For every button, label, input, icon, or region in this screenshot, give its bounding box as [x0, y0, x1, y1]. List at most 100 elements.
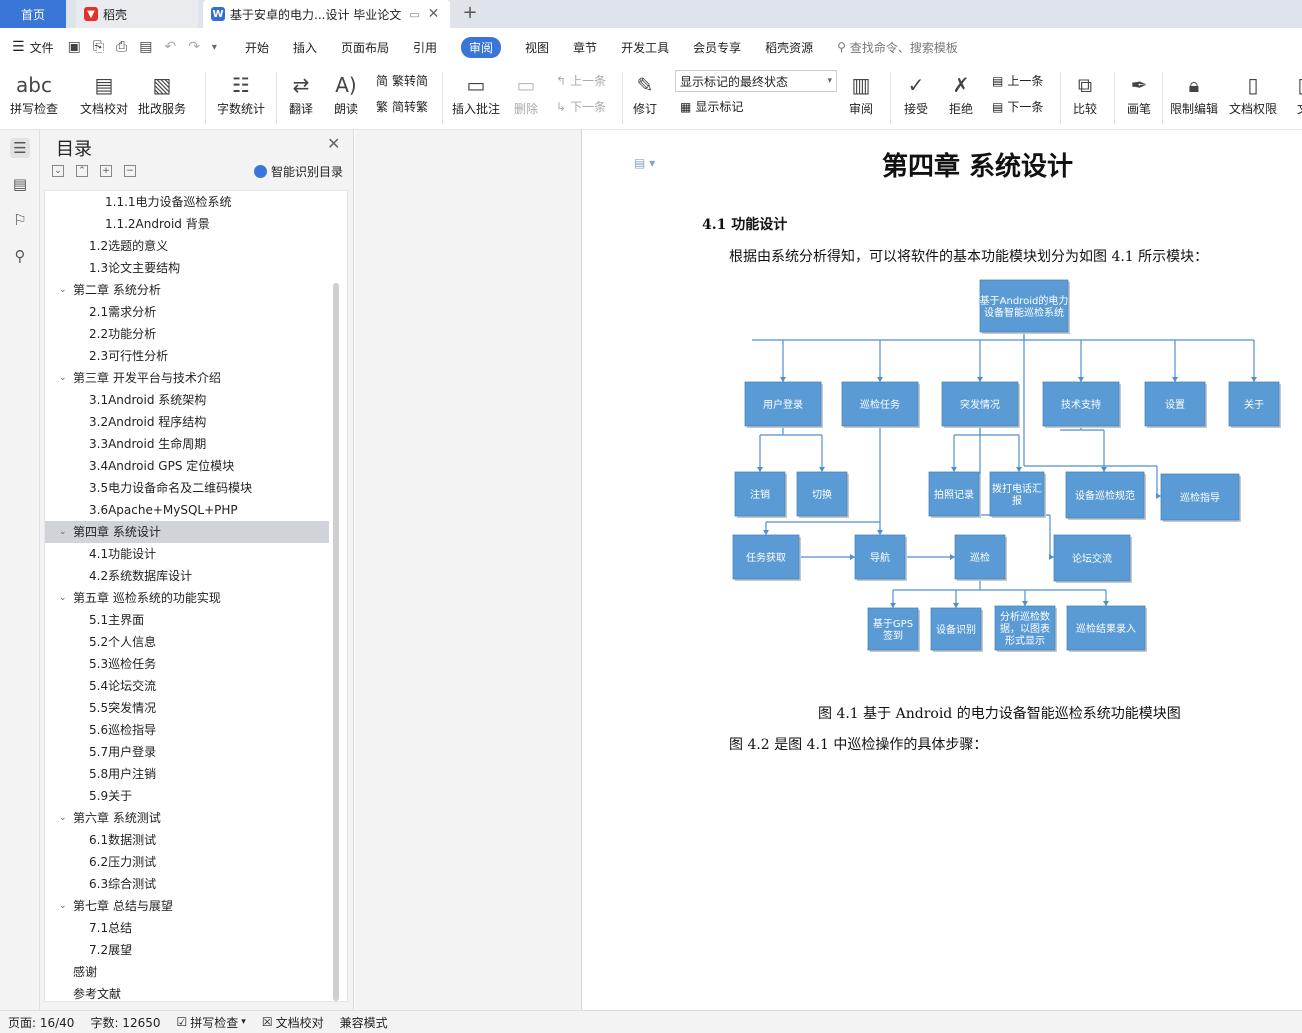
new-tab-button[interactable]: + — [460, 4, 480, 24]
toc-item[interactable]: ⌄ 第四章 系统设计 — [45, 521, 329, 543]
save-icon[interactable]: ▣ — [68, 39, 81, 55]
undo-icon[interactable]: ↶ — [164, 39, 176, 55]
toc-item[interactable]: 1.3论文主要结构 — [45, 257, 329, 279]
show-markup-button[interactable]: ▦ 显示标记 — [680, 98, 743, 115]
toc-scrollbar[interactable] — [333, 283, 339, 1001]
expand-up-icon[interactable]: ⌃ — [76, 165, 88, 177]
smart-toc-button[interactable]: 智能识别目录 — [254, 163, 343, 180]
chevron-down-icon[interactable]: ⌄ — [59, 807, 69, 829]
toc-item[interactable]: 3.1Android 系统架构 — [45, 389, 329, 411]
toc-item[interactable]: 5.3巡检任务 — [45, 653, 329, 675]
review-pane-button[interactable]: ▥ 审阅 — [846, 70, 876, 117]
proof-status[interactable]: ☒ 文档校对 — [262, 1014, 324, 1031]
read-aloud-button[interactable]: A) 朗读 — [331, 70, 361, 117]
print-icon[interactable]: ⎙ — [116, 39, 127, 55]
accept-button[interactable]: ✓ 接受 — [901, 70, 931, 117]
menu-section[interactable]: 章节 — [573, 39, 597, 56]
toc-item[interactable]: 5.8用户注销 — [45, 763, 329, 785]
close-icon[interactable]: ✕ — [327, 134, 340, 153]
toc-item[interactable]: ⌄ 第三章 开发平台与技术介绍 — [45, 367, 329, 389]
toc-item[interactable]: 1.1.1电力设备巡检系统 — [45, 191, 329, 213]
chevron-down-icon[interactable]: ⌄ — [59, 279, 69, 301]
word-count-status[interactable]: 字数: 12650 — [90, 1014, 160, 1031]
menu-view[interactable]: 视图 — [525, 39, 549, 56]
next-comment-button[interactable]: ↳ 下一条 — [556, 98, 606, 115]
menu-layout[interactable]: 页面布局 — [341, 39, 389, 56]
search-icon[interactable]: ⚲ — [10, 246, 30, 266]
menu-member[interactable]: 会员专享 — [693, 39, 741, 56]
toc-item[interactable]: 5.1主界面 — [45, 609, 329, 631]
menu-home[interactable]: 开始 — [245, 39, 269, 56]
file-menu[interactable]: ☰ 文件 — [12, 39, 54, 56]
toc-item[interactable]: 6.3综合测试 — [45, 873, 329, 895]
simp-to-trad-button[interactable]: 繁简转繁 — [376, 98, 428, 115]
toc-item[interactable]: ⌄ 第六章 系统测试 — [45, 807, 329, 829]
menu-devtools[interactable]: 开发工具 — [621, 39, 669, 56]
toc-item[interactable]: 1.2选题的意义 — [45, 235, 329, 257]
toc-item[interactable]: 7.2展望 — [45, 939, 329, 961]
ribbon-more-button[interactable]: ▯文 — [1288, 70, 1302, 117]
toc-item[interactable]: 2.2功能分析 — [45, 323, 329, 345]
reject-button[interactable]: ✗ 拒绝 — [946, 70, 976, 117]
outline-icon[interactable]: ☰ — [10, 138, 30, 158]
export-icon[interactable]: ⎘ — [93, 39, 104, 55]
chevron-down-icon[interactable]: ⌄ — [59, 895, 69, 917]
batch-service-button[interactable]: ▧ 批改服务 — [138, 70, 186, 117]
doc-proof-button[interactable]: ▤ 文档校对 — [80, 70, 128, 117]
toc-item[interactable]: 6.1数据测试 — [45, 829, 329, 851]
translate-button[interactable]: ⇄ 翻译 — [286, 70, 316, 117]
print-preview-icon[interactable]: ▤ — [139, 39, 152, 55]
toc-item[interactable]: 5.5突发情况 — [45, 697, 329, 719]
toc-item[interactable]: 3.6Apache+MySQL+PHP — [45, 499, 329, 521]
add-level-icon[interactable]: + — [100, 165, 112, 177]
toc-item[interactable]: 7.1总结 — [45, 917, 329, 939]
toc-item[interactable]: 3.2Android 程序结构 — [45, 411, 329, 433]
bookmark-icon[interactable]: ⚐ — [10, 210, 30, 230]
toc-item[interactable]: 1.1.2Android 背景 — [45, 213, 329, 235]
collapse-all-icon[interactable]: ⌄ — [52, 165, 64, 177]
toc-item[interactable]: ⌄ 第七章 总结与展望 — [45, 895, 329, 917]
word-count-button[interactable]: ☷ 字数统计 — [217, 70, 265, 117]
toc-item[interactable]: ⌄ 第二章 系统分析 — [45, 279, 329, 301]
tab-close-icon[interactable]: ✕ — [428, 6, 440, 22]
spell-check-button[interactable]: abc 拼写检查 — [10, 70, 58, 117]
toc-item[interactable]: 5.4论坛交流 — [45, 675, 329, 697]
toc-item[interactable]: 4.1功能设计 — [45, 543, 329, 565]
spell-check-status[interactable]: ☑ 拼写检查 ▾ — [177, 1014, 246, 1031]
markup-state-select[interactable]: 显示标记的最终状态 ▾ — [675, 70, 837, 92]
chapter-nav-icon[interactable]: ▤ — [10, 174, 30, 194]
toc-item[interactable]: 5.9关于 — [45, 785, 329, 807]
toc-item[interactable]: 参考文献 — [45, 983, 329, 1001]
next-revision-button[interactable]: ▤ 下一条 — [992, 98, 1043, 115]
toc-item[interactable]: 5.7用户登录 — [45, 741, 329, 763]
insert-comment-button[interactable]: ▭ 插入批注 — [452, 70, 500, 117]
toc-item[interactable]: ⌄ 第五章 巡检系统的功能实现 — [45, 587, 329, 609]
trad-to-simp-button[interactable]: 简繁转简 — [376, 72, 428, 89]
toc-item[interactable]: 2.1需求分析 — [45, 301, 329, 323]
tab-document[interactable]: W 基于安卓的电力...设计 毕业论文 ▭ ✕ — [203, 0, 450, 28]
toc-item[interactable]: 5.6巡检指导 — [45, 719, 329, 741]
redo-icon[interactable]: ↷ — [188, 39, 200, 55]
remove-level-icon[interactable]: − — [124, 165, 136, 177]
tab-home[interactable]: 首页 — [0, 0, 66, 28]
quick-access-dropdown-icon[interactable]: ▾ — [212, 42, 217, 53]
toc-item[interactable]: 5.2个人信息 — [45, 631, 329, 653]
toc-item[interactable]: 2.3可行性分析 — [45, 345, 329, 367]
command-search[interactable]: ⚲ 查找命令、搜索模板 — [837, 39, 958, 56]
tab-daoke[interactable]: ▼ 稻壳 — [76, 0, 198, 28]
restrict-editing-button[interactable]: 🔒︎ 限制编辑 — [1170, 70, 1218, 117]
doc-rights-button[interactable]: ▯ 文档权限 — [1229, 70, 1277, 117]
toc-item[interactable]: 3.4Android GPS 定位模块 — [45, 455, 329, 477]
chevron-down-icon[interactable]: ⌄ — [59, 587, 69, 609]
toc-item[interactable]: 3.5电力设备命名及二维码模块 — [45, 477, 329, 499]
delete-comment-button[interactable]: ▭ 删除 — [511, 70, 541, 117]
toc-item[interactable]: 3.3Android 生命周期 — [45, 433, 329, 455]
page-indicator[interactable]: 页面: 16/40 — [8, 1014, 74, 1031]
chevron-down-icon[interactable]: ⌄ — [59, 367, 69, 389]
menu-insert[interactable]: 插入 — [293, 39, 317, 56]
toc-item[interactable]: 6.2压力测试 — [45, 851, 329, 873]
compare-button[interactable]: ⧉ 比较 — [1070, 70, 1100, 117]
tab-monitor-icon[interactable]: ▭ — [409, 8, 419, 21]
menu-review[interactable]: 审阅 — [461, 36, 502, 58]
menu-daoke-resources[interactable]: 稻壳资源 — [765, 39, 813, 56]
